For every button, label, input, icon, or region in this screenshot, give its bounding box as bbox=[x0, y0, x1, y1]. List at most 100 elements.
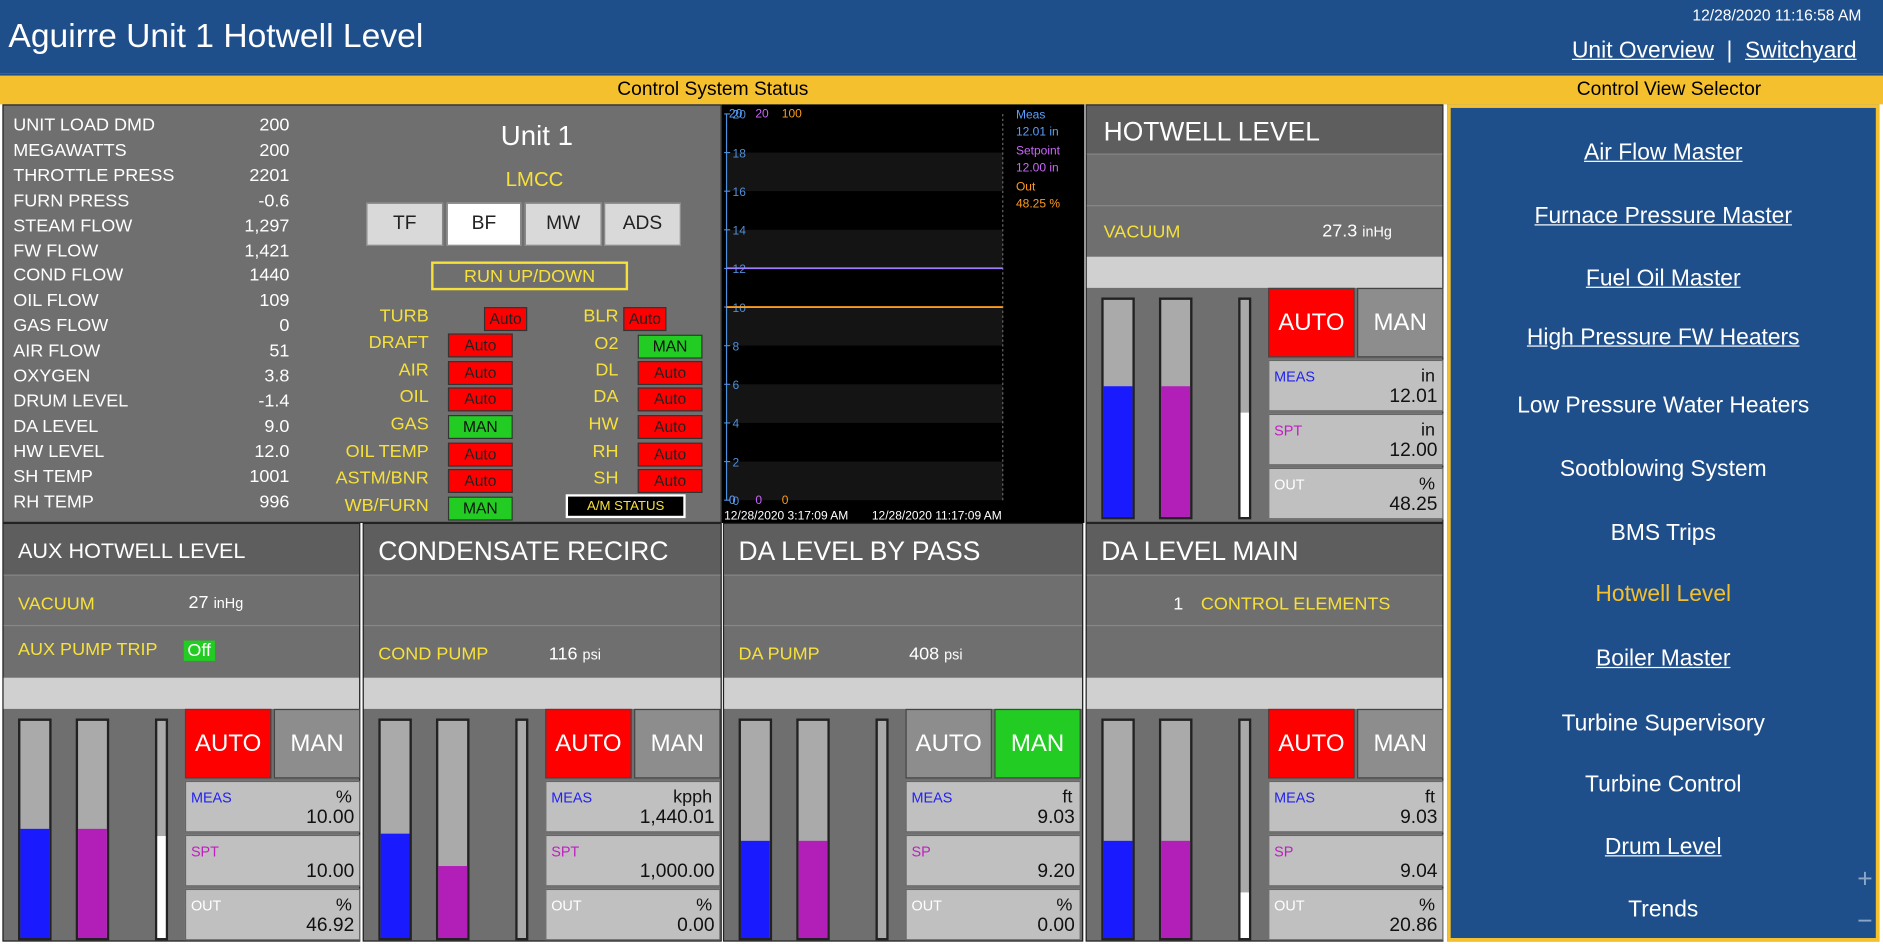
am-status-sh[interactable]: Auto bbox=[637, 469, 703, 493]
nav-item-drum-level[interactable]: Drum Level bbox=[1451, 835, 1876, 861]
chart-ytick-label: 12 bbox=[733, 262, 747, 276]
hotwell-vacuum-value: 27.3 bbox=[1322, 220, 1358, 242]
tab-mw[interactable]: MW bbox=[524, 202, 602, 246]
tab-tf[interactable]: TF bbox=[366, 202, 444, 246]
nav-item-sootblowing-system[interactable]: Sootblowing System bbox=[1451, 457, 1876, 483]
am-status-hw[interactable]: Auto bbox=[637, 415, 703, 440]
zoom-out-button[interactable]: − bbox=[1851, 906, 1880, 936]
cond-spt-value: 1,000.00 bbox=[639, 861, 715, 882]
hotwell-vacuum-readout: 27.3 inHg bbox=[1322, 221, 1392, 241]
am-status-blr[interactable]: Auto bbox=[623, 307, 667, 332]
da-pump-unit: psi bbox=[944, 646, 963, 664]
hotwell-meas-gauge-fill bbox=[1103, 386, 1133, 517]
aux-out-label: OUT bbox=[190, 897, 222, 915]
status-value-fw-flow: 1,421 bbox=[244, 240, 290, 261]
status-label-furn-press: FURN PRESS bbox=[13, 190, 130, 211]
tab-ads[interactable]: ADS bbox=[604, 202, 681, 246]
status-value-megawatts: 200 bbox=[259, 140, 290, 161]
dabypass-man-button[interactable]: MAN bbox=[994, 708, 1081, 779]
status-value-hw-level: 12.0 bbox=[254, 441, 290, 462]
unit-overview-link[interactable]: Unit Overview bbox=[1572, 38, 1714, 63]
am-status-oil[interactable]: Auto bbox=[447, 387, 513, 412]
nav-item-fuel-oil-master[interactable]: Fuel Oil Master bbox=[1451, 266, 1876, 292]
nav-item-turbine-supervisory[interactable]: Turbine Supervisory bbox=[1451, 711, 1876, 737]
cond-meas-gauge bbox=[378, 718, 412, 941]
damain-auto-button[interactable]: AUTO bbox=[1268, 708, 1355, 779]
nav-item-high-pressure-fw-heaters[interactable]: High Pressure FW Heaters bbox=[1451, 325, 1876, 351]
cond-man-button[interactable]: MAN bbox=[634, 708, 721, 779]
am-status-astm-bnr[interactable]: Auto bbox=[447, 469, 513, 493]
dabypass-out-unit: % bbox=[1056, 894, 1073, 916]
chart-scale-bottom: 0 bbox=[729, 493, 736, 507]
am-label-rh: RH bbox=[592, 441, 619, 462]
chart-band bbox=[726, 422, 1003, 462]
nav-item-low-pressure-water-heaters[interactable]: Low Pressure Water Heaters bbox=[1451, 393, 1876, 419]
cond-out-label: OUT bbox=[551, 897, 582, 915]
tab-bf[interactable]: BF bbox=[446, 202, 522, 246]
am-status-da[interactable]: Auto bbox=[637, 387, 703, 412]
am-status-draft[interactable]: Auto bbox=[447, 333, 513, 358]
switchyard-link[interactable]: Switchyard bbox=[1745, 38, 1857, 63]
unit-mode: LMCC bbox=[505, 167, 564, 191]
nav-item-furnace-pressure-master[interactable]: Furnace Pressure Master bbox=[1451, 204, 1876, 230]
legend-series-value: 12.01 in bbox=[1016, 125, 1059, 139]
cond-auto-button[interactable]: AUTO bbox=[545, 708, 632, 779]
damain-man-button[interactable]: MAN bbox=[1357, 708, 1444, 779]
aux-vacuum-readout: 27 inHg bbox=[189, 593, 244, 613]
hotwell-level-panel: HOTWELL LEVEL VACUUM 27.3 inHg AUTO MAN ME… bbox=[1085, 104, 1444, 523]
hotwell-out-unit: % bbox=[1419, 473, 1436, 495]
chart-band bbox=[726, 268, 1003, 308]
chart-ytick-label: 2 bbox=[733, 455, 740, 469]
status-label-fw-flow: FW FLOW bbox=[13, 240, 99, 261]
legend-series-value: 48.25 % bbox=[1016, 197, 1060, 211]
aux-auto-button[interactable]: AUTO bbox=[184, 708, 272, 779]
x-start-label: 12/28/2020 3:17:09 AM bbox=[724, 508, 848, 522]
section-bar: Control System Status Control View Selec… bbox=[0, 73, 1883, 105]
status-label-throttle-press: THROTTLE PRESS bbox=[13, 165, 175, 186]
status-label-megawatts: MEGAWATTS bbox=[13, 140, 127, 161]
aux-out-unit: % bbox=[335, 894, 352, 916]
cond-out-gauge bbox=[515, 718, 529, 941]
nav-item-bms-trips[interactable]: BMS Trips bbox=[1451, 521, 1876, 547]
zoom-in-button[interactable]: + bbox=[1851, 864, 1880, 894]
control-elements-count: 1 bbox=[1173, 593, 1184, 615]
nav-item-trends[interactable]: Trends bbox=[1451, 897, 1876, 923]
hotwell-man-button[interactable]: MAN bbox=[1357, 287, 1444, 358]
cond-pump-value: 116 bbox=[548, 644, 578, 665]
am-status-wb-furn[interactable]: MAN bbox=[447, 496, 513, 521]
status-label-oil-flow: OIL FLOW bbox=[13, 290, 99, 312]
nav-item-turbine-control[interactable]: Turbine Control bbox=[1451, 772, 1876, 798]
hotwell-out-value: 48.25 bbox=[1389, 494, 1438, 515]
am-status-dl[interactable]: Auto bbox=[637, 361, 703, 386]
am-status-o2[interactable]: MAN bbox=[637, 334, 703, 359]
aux-pump-trip-status: Off bbox=[183, 640, 215, 661]
cond-title: CONDENSATE RECIRC bbox=[378, 536, 669, 567]
dabypass-auto-button[interactable]: AUTO bbox=[905, 708, 992, 779]
status-value-rh-temp: 996 bbox=[259, 491, 290, 512]
aux-man-button[interactable]: MAN bbox=[273, 708, 361, 779]
status-label-unit-load-dmd: UNIT LOAD DMD bbox=[13, 115, 156, 136]
aux-spt-box: SPT 10.00 bbox=[184, 834, 361, 887]
chart-scale-bottom: 0 bbox=[782, 493, 789, 507]
am-status-rh[interactable]: Auto bbox=[637, 442, 703, 467]
am-status-turb[interactable]: Auto bbox=[483, 307, 528, 332]
damain-title: DA LEVEL MAIN bbox=[1101, 536, 1299, 567]
hotwell-meas-unit: in bbox=[1421, 365, 1436, 387]
run-up-down-button[interactable]: RUN UP/DOWN bbox=[431, 261, 629, 291]
unit-name: Unit 1 bbox=[500, 119, 573, 152]
hotwell-auto-button[interactable]: AUTO bbox=[1268, 287, 1355, 358]
cond-spt-box: SPT 1,000.00 bbox=[545, 834, 721, 887]
aux-out-value: 46.92 bbox=[306, 915, 355, 936]
nav-item-hotwell-level[interactable]: Hotwell Level bbox=[1451, 582, 1876, 608]
damain-meas-unit: ft bbox=[1425, 786, 1436, 808]
status-label-gas-flow: GAS FLOW bbox=[13, 315, 109, 337]
nav-item-air-flow-master[interactable]: Air Flow Master bbox=[1451, 140, 1876, 166]
damain-meas-gauge-fill bbox=[1103, 840, 1133, 939]
am-status-oil-temp[interactable]: Auto bbox=[447, 442, 513, 467]
am-status-gas[interactable]: MAN bbox=[447, 415, 513, 440]
am-status-button[interactable]: A/M STATUS bbox=[565, 494, 686, 519]
dabypass-divider bbox=[724, 624, 1083, 627]
am-status-air[interactable]: Auto bbox=[447, 361, 513, 386]
nav-item-boiler-master[interactable]: Boiler Master bbox=[1451, 647, 1876, 673]
da-level-main-panel: DA LEVEL MAIN 1 CONTROL ELEMENTS AUTO MAN… bbox=[1085, 522, 1444, 942]
